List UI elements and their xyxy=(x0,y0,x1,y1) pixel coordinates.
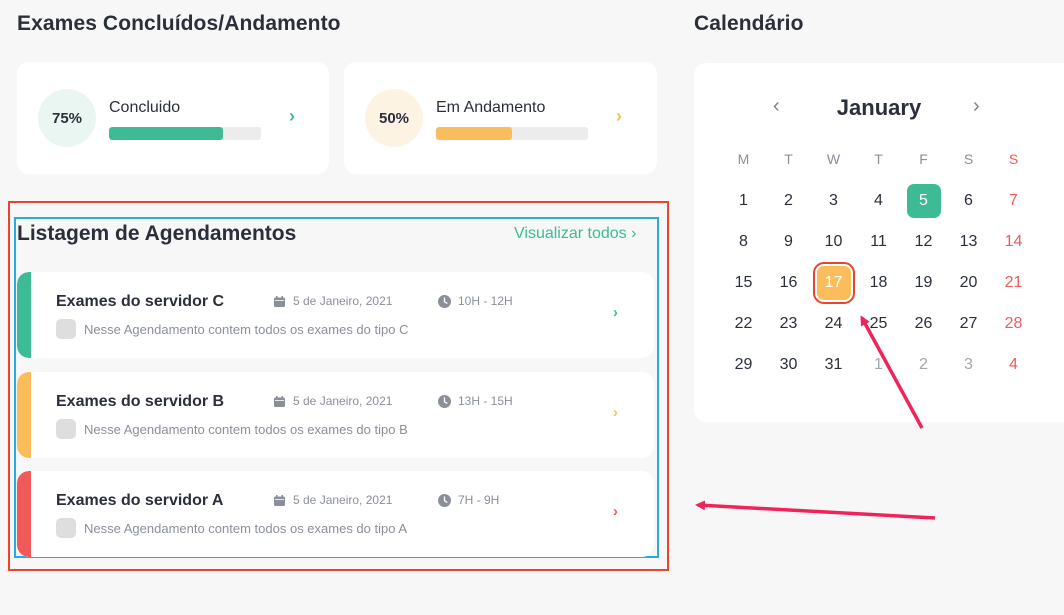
chevron-left-icon[interactable]: ‹ xyxy=(773,95,780,118)
appointment-card[interactable]: Exames do servidor A 5 de Janeiro, 2021 … xyxy=(17,471,654,557)
chevron-right-icon[interactable]: › xyxy=(973,95,980,118)
completed-progress-fill xyxy=(109,127,223,140)
calendar-icon xyxy=(274,396,285,407)
calendar-day[interactable]: 3 xyxy=(817,184,851,218)
calendar-day[interactable]: 12 xyxy=(907,225,941,259)
chevron-right-icon[interactable]: › xyxy=(613,503,618,520)
calendar-day[interactable]: 8 xyxy=(727,225,761,259)
completed-stat-card[interactable]: 75% Concluido › xyxy=(17,62,329,174)
exams-section-title: Exames Concluídos/Andamento xyxy=(17,12,341,35)
calendar-icon xyxy=(274,495,285,506)
calendar-day[interactable]: 26 xyxy=(907,307,941,341)
appointment-color-bar xyxy=(17,272,31,358)
appointment-title: Exames do servidor C xyxy=(56,293,225,310)
calendar-day[interactable]: 30 xyxy=(772,348,806,382)
in-progress-progress-fill xyxy=(436,127,512,140)
chevron-right-icon[interactable]: › xyxy=(613,304,618,321)
appointment-card[interactable]: Exames do servidor B 5 de Janeiro, 2021 … xyxy=(17,372,654,458)
appointment-color-bar xyxy=(17,471,31,557)
calendar-day[interactable]: 21 xyxy=(997,266,1031,300)
chevron-right-icon[interactable]: › xyxy=(613,404,618,421)
clock-icon xyxy=(438,295,451,308)
calendar-day[interactable]: 27 xyxy=(952,307,986,341)
appointment-card[interactable]: Exames do servidor C 5 de Janeiro, 2021 … xyxy=(17,272,654,358)
appointment-checkbox[interactable] xyxy=(56,419,76,439)
calendar-day[interactable]: 11 xyxy=(862,225,896,259)
calendar-day[interactable]: 1 xyxy=(862,348,896,382)
calendar-day-cell: 3 xyxy=(946,354,991,395)
calendar-widget: ‹ January › M T W T F S S 1 2 3 4 5 6 7 8 9 10 11 12 13 14 15… xyxy=(694,63,1064,422)
in-progress-label: Em Andamento xyxy=(436,99,546,116)
completed-percent: 75% xyxy=(38,89,96,147)
appointment-checkbox[interactable] xyxy=(56,518,76,538)
appointment-description: Nesse Agendamento contem todos os exames… xyxy=(84,422,408,437)
chevron-right-icon[interactable]: › xyxy=(289,106,295,127)
calendar-day[interactable]: 15 xyxy=(727,266,761,300)
appointment-date: 5 de Janeiro, 2021 xyxy=(293,493,393,507)
appointment-time: 10H - 12H xyxy=(458,294,513,308)
calendar-day[interactable]: 2 xyxy=(907,348,941,382)
calendar-day[interactable]: 9 xyxy=(772,225,806,259)
clock-icon xyxy=(438,494,451,507)
in-progress-percent: 50% xyxy=(365,89,423,147)
calendar-day[interactable]: 29 xyxy=(727,348,761,382)
appointment-time: 7H - 9H xyxy=(458,493,500,507)
calendar-day-cell: 2 xyxy=(901,354,946,395)
in-progress-progress-bar xyxy=(436,127,588,140)
chevron-right-icon[interactable]: › xyxy=(616,106,622,127)
calendar-day[interactable]: 10 xyxy=(817,225,851,259)
calendar-day[interactable]: 24 xyxy=(817,307,851,341)
calendar-day[interactable]: 7 xyxy=(997,184,1031,218)
appointment-checkbox[interactable] xyxy=(56,319,76,339)
calendar-day[interactable]: 31 xyxy=(817,348,851,382)
calendar-day[interactable]: 6 xyxy=(952,184,986,218)
calendar-day[interactable]: 16 xyxy=(772,266,806,300)
calendar-day[interactable]: 4 xyxy=(862,184,896,218)
appointment-date: 5 de Janeiro, 2021 xyxy=(293,294,393,308)
calendar-day[interactable]: 4 xyxy=(997,348,1031,382)
appointment-title: Exames do servidor B xyxy=(56,393,225,410)
appointment-time: 13H - 15H xyxy=(458,394,513,408)
calendar-day[interactable]: 20 xyxy=(952,266,986,300)
view-all-link[interactable]: Visualizar todos › xyxy=(514,225,636,243)
appointment-date: 5 de Janeiro, 2021 xyxy=(293,394,393,408)
calendar-month: January xyxy=(836,95,922,120)
calendar-day[interactable]: 14 xyxy=(997,225,1031,259)
completed-progress-bar xyxy=(109,127,261,140)
calendar-day[interactable]: 22 xyxy=(727,307,761,341)
calendar-day-cell: 30 xyxy=(766,354,811,395)
in-progress-stat-card[interactable]: 50% Em Andamento › xyxy=(344,62,657,174)
calendar-section-title: Calendário xyxy=(694,12,804,35)
calendar-day[interactable]: 17 xyxy=(812,262,855,304)
appointment-description: Nesse Agendamento contem todos os exames… xyxy=(84,521,408,536)
annotation-arrow-list xyxy=(695,500,936,520)
calendar-day[interactable]: 3 xyxy=(952,348,986,382)
calendar-day-cell: 31 xyxy=(811,354,856,395)
appointments-list-title: Listagem de Agendamentos xyxy=(17,222,297,245)
appointment-description: Nesse Agendamento contem todos os exames… xyxy=(84,322,409,337)
calendar-day[interactable]: 28 xyxy=(997,307,1031,341)
calendar-day[interactable]: 18 xyxy=(862,266,896,300)
calendar-day[interactable]: 2 xyxy=(772,184,806,218)
calendar-day[interactable]: 25 xyxy=(862,307,896,341)
calendar-day-cell: 4 xyxy=(991,354,1036,395)
completed-label: Concluido xyxy=(109,99,181,116)
calendar-day[interactable]: 19 xyxy=(907,266,941,300)
calendar-grid: M T W T F S S 1 2 3 4 5 6 7 8 9 10 11 12 13 14 15 16 17 18 19 20 21… xyxy=(721,149,1036,395)
calendar-day[interactable]: 5 xyxy=(906,184,941,218)
appointment-title: Exames do servidor A xyxy=(56,492,224,509)
calendar-day-cell: 29 xyxy=(721,354,766,395)
appointment-color-bar xyxy=(17,372,31,458)
calendar-day-cell: 1 xyxy=(856,354,901,395)
calendar-day[interactable]: 1 xyxy=(727,184,761,218)
calendar-icon xyxy=(274,296,285,307)
calendar-day[interactable]: 23 xyxy=(772,307,806,341)
clock-icon xyxy=(438,395,451,408)
calendar-day[interactable]: 13 xyxy=(952,225,986,259)
